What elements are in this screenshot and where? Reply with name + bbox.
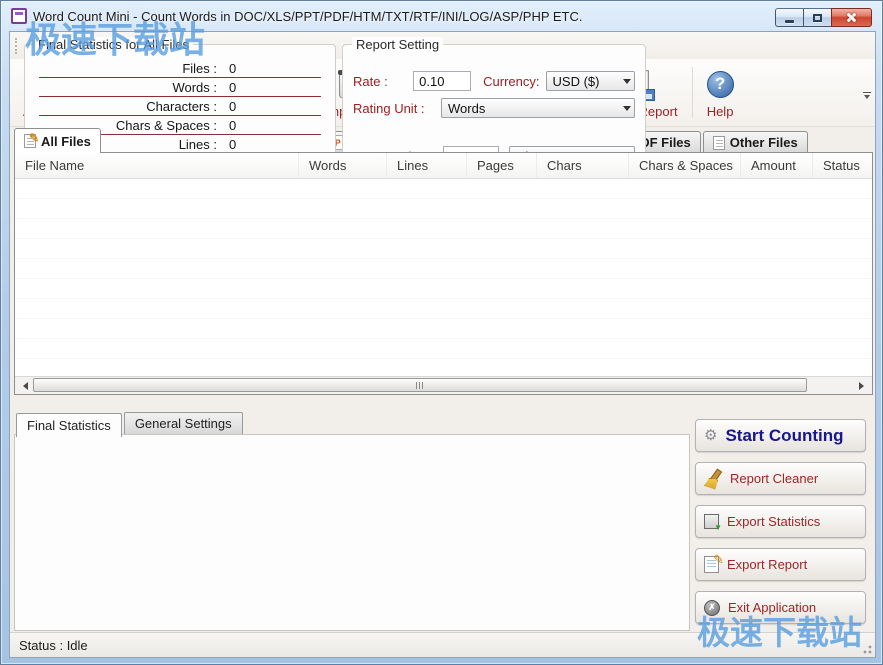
tab-final-statistics[interactable]: Final Statistics xyxy=(16,413,122,437)
exit-application-button[interactable]: ✗ Exit Application xyxy=(695,591,866,624)
rating-unit-select[interactable]: Words xyxy=(441,98,635,118)
other-files-icon xyxy=(713,136,725,150)
stat-value-lines: 0 xyxy=(229,137,236,152)
column-amount[interactable]: Amount xyxy=(741,153,813,178)
maximize-icon xyxy=(813,14,822,22)
toolbar-separator xyxy=(692,67,693,118)
scroll-left-icon xyxy=(19,382,28,390)
column-words[interactable]: Words xyxy=(299,153,387,178)
column-lines[interactable]: Lines xyxy=(387,153,467,178)
chevron-down-icon xyxy=(619,75,634,88)
rating-unit-label: Rating Unit : xyxy=(353,101,441,116)
stat-row-words: Words : 0 xyxy=(39,78,321,97)
column-status[interactable]: Status xyxy=(813,153,872,178)
app-icon xyxy=(11,8,27,24)
scrollbar-track[interactable] xyxy=(32,377,855,394)
exit-icon: ✗ xyxy=(704,600,720,616)
maximize-button[interactable] xyxy=(804,8,831,27)
final-statistics-title: Final Statistics for All Files xyxy=(34,37,193,52)
export-statistics-button[interactable]: Export Statistics xyxy=(695,505,866,538)
column-chars-spaces[interactable]: Chars & Spaces xyxy=(629,153,741,178)
menubar-grip xyxy=(15,38,18,54)
gear-icon: ⚙ xyxy=(704,428,717,443)
start-counting-button[interactable]: ⚙ Start Counting xyxy=(695,419,866,452)
all-files-icon: ✎ xyxy=(24,134,36,148)
currency-label: Currency: xyxy=(483,74,539,89)
help-button[interactable]: ? Help xyxy=(694,59,747,126)
broom-icon xyxy=(704,470,722,488)
toolbar-overflow-button[interactable] xyxy=(859,59,875,126)
export-report-button[interactable]: ✎ Export Report xyxy=(695,548,866,581)
table-body-empty[interactable] xyxy=(15,179,872,376)
disk-export-icon xyxy=(704,514,719,529)
stat-value-files: 0 xyxy=(229,61,236,76)
stat-value-words: 0 xyxy=(229,80,236,95)
window-controls xyxy=(775,8,872,27)
chevron-down-icon xyxy=(619,102,634,115)
currency-select[interactable]: USD ($) xyxy=(546,71,635,91)
title-bar: Word Count Mini - Count Words in DOC/XLS… xyxy=(1,1,882,31)
tab-all-files[interactable]: ✎ All Files xyxy=(14,128,101,153)
horizontal-scrollbar xyxy=(15,376,872,394)
rate-label: Rate : xyxy=(353,74,413,89)
file-table: File Name Words Lines Pages Chars Chars … xyxy=(14,152,873,395)
chevron-down-icon xyxy=(863,92,871,93)
report-setting-title: Report Setting xyxy=(352,37,443,52)
scroll-right-icon xyxy=(859,382,868,390)
report-cleaner-button[interactable]: Report Cleaner xyxy=(695,462,866,495)
scrollbar-thumb[interactable] xyxy=(33,378,807,392)
column-file-name[interactable]: File Name xyxy=(15,153,299,178)
column-chars[interactable]: Chars xyxy=(537,153,629,178)
tab-general-settings[interactable]: General Settings xyxy=(124,412,243,434)
close-button[interactable] xyxy=(831,8,872,27)
status-text: Status : Idle xyxy=(19,638,88,653)
close-icon xyxy=(846,12,857,23)
action-buttons: ⚙ Start Counting Report Cleaner Export S… xyxy=(695,419,866,634)
stat-value-characters: 0 xyxy=(229,99,236,114)
minimize-icon xyxy=(785,20,794,23)
app-window: Word Count Mini - Count Words in DOC/XLS… xyxy=(0,0,883,665)
scroll-right-button[interactable] xyxy=(855,378,872,394)
table-header: File Name Words Lines Pages Chars Chars … xyxy=(15,153,872,179)
stat-value-chars-spaces: 0 xyxy=(229,118,236,133)
final-statistics-page xyxy=(14,434,690,631)
document-pencil-icon: ✎ xyxy=(704,556,719,573)
stat-row-characters: Characters : 0 xyxy=(39,97,321,116)
bottom-tabs: Final Statistics General Settings xyxy=(16,412,243,436)
help-icon: ? xyxy=(707,67,734,101)
status-bar: Status : Idle xyxy=(10,632,875,657)
minimize-button[interactable] xyxy=(775,8,804,27)
client-area: File Tools Help + Add Files ✦ Add Folder… xyxy=(9,31,876,658)
window-title: Word Count Mini - Count Words in DOC/XLS… xyxy=(33,9,583,24)
stat-row-files: Files : 0 xyxy=(39,59,321,78)
resize-grip[interactable] xyxy=(860,642,872,654)
column-pages[interactable]: Pages xyxy=(467,153,537,178)
tab-other-files[interactable]: Other Files xyxy=(703,131,808,153)
scroll-left-button[interactable] xyxy=(15,378,32,394)
rate-input[interactable] xyxy=(413,71,471,91)
